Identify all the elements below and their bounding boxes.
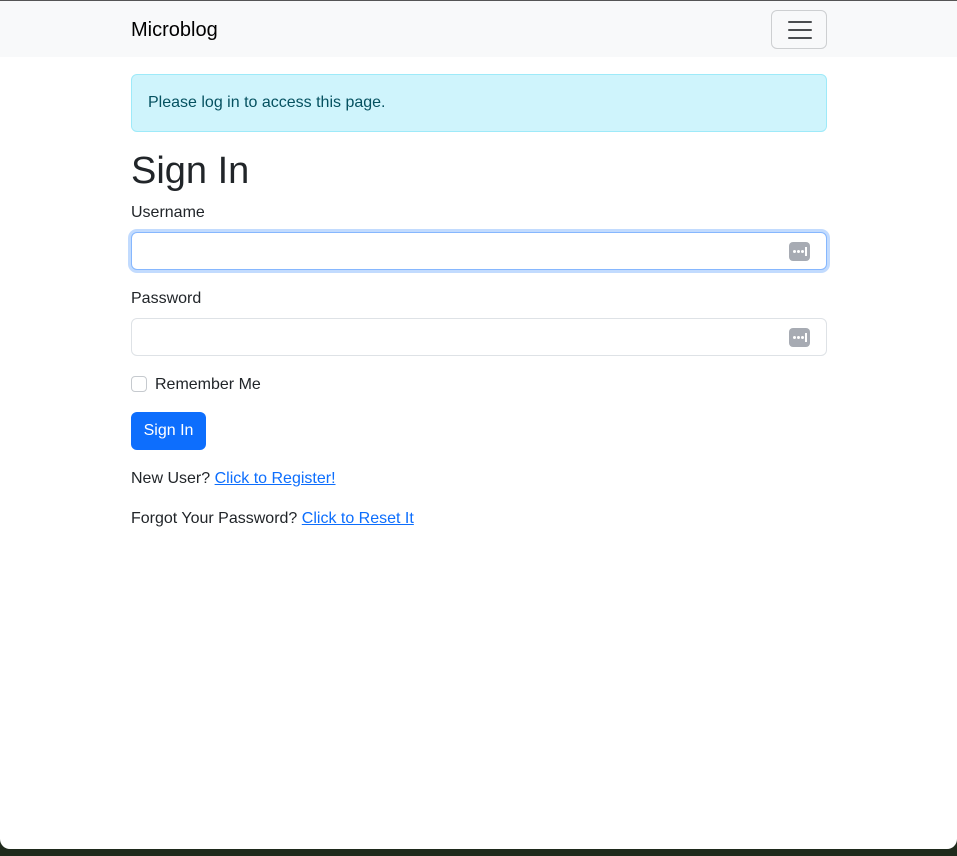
navbar-toggler-button[interactable] bbox=[771, 10, 827, 49]
username-label: Username bbox=[131, 204, 205, 221]
page-title: Sign In bbox=[131, 150, 250, 192]
remember-me-label[interactable]: Remember Me bbox=[155, 375, 261, 395]
navbar-brand[interactable]: Microblog bbox=[131, 18, 218, 42]
password-autofill-key-icon[interactable] bbox=[789, 328, 810, 347]
register-link[interactable]: Click to Register! bbox=[215, 470, 336, 487]
password-autofill-key-icon[interactable] bbox=[789, 242, 810, 261]
navbar: Microblog bbox=[0, 1, 957, 57]
info-alert: Please log in to access this page. bbox=[131, 74, 827, 132]
reset-prompt: Forgot Your Password? bbox=[131, 510, 298, 527]
register-paragraph: New User? Click to Register! bbox=[131, 469, 336, 489]
browser-page: Microblog Please log in to access this p… bbox=[0, 0, 957, 849]
sign-in-button[interactable]: Sign In bbox=[131, 412, 206, 450]
register-prompt: New User? bbox=[131, 470, 211, 487]
remember-me-checkbox[interactable] bbox=[131, 376, 147, 392]
username-input[interactable] bbox=[131, 232, 827, 270]
password-input[interactable] bbox=[131, 318, 827, 356]
password-label: Password bbox=[131, 290, 202, 307]
reset-paragraph: Forgot Your Password? Click to Reset It bbox=[131, 509, 414, 529]
reset-password-link[interactable]: Click to Reset It bbox=[302, 510, 414, 527]
